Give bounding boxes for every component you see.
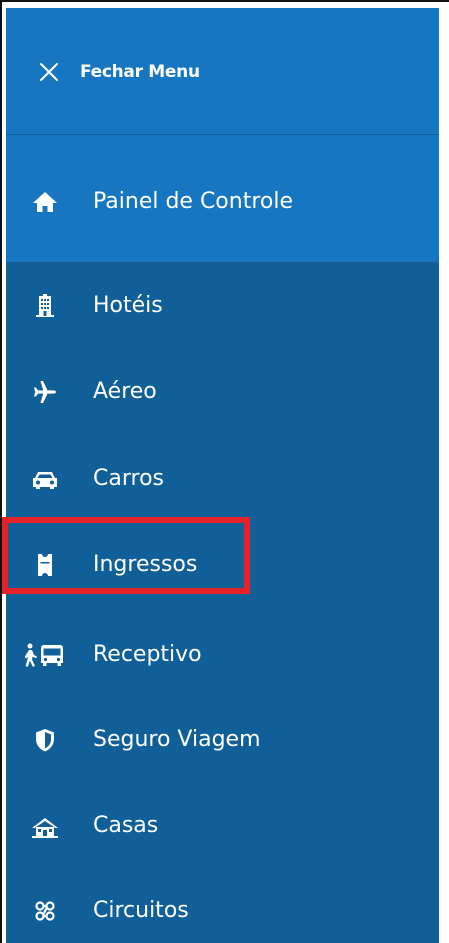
sidebar-item-flights[interactable]: Aéreo (6, 362, 439, 422)
airplane-icon (31, 378, 59, 406)
sidebar-item-travel-insurance[interactable]: Seguro Viagem (6, 710, 439, 770)
sidebar-item-label: Receptivo (93, 642, 202, 667)
sidebar-item-label: Seguro Viagem (93, 727, 261, 752)
close-icon (40, 63, 58, 81)
sidebar-item-label: Ingressos (93, 552, 198, 577)
car-icon (31, 465, 59, 493)
sidebar-item-label: Hotéis (93, 293, 163, 318)
walker-bus-icon (21, 641, 67, 669)
header-divider (6, 134, 439, 135)
sidebar-item-label: Aéreo (93, 379, 157, 404)
hotel-building-icon (31, 292, 59, 320)
sidebar-item-label: Circuitos (93, 898, 189, 923)
ticket-icon (31, 551, 59, 579)
house-icon (31, 812, 59, 840)
sidebar-item-label: Carros (93, 466, 164, 491)
close-menu-button[interactable]: Fechar Menu (38, 52, 200, 92)
route-circuit-icon (31, 897, 59, 925)
sidebar-item-houses[interactable]: Casas (6, 796, 439, 856)
sidebar-item-label: Casas (93, 813, 159, 838)
home-icon (31, 188, 59, 216)
sidebar-header: Fechar Menu Painel de Controle (6, 8, 439, 262)
sidebar-item-circuits[interactable]: Circuitos (6, 881, 439, 941)
sidebar-item-hotels[interactable]: Hotéis (6, 276, 439, 336)
sidebar-item-cars[interactable]: Carros (6, 449, 439, 509)
close-menu-label: Fechar Menu (80, 62, 200, 82)
sidebar-item-receptive[interactable]: Receptivo (6, 625, 439, 685)
sidebar-menu: Fechar Menu Painel de Controle Hotéis Aé… (6, 8, 439, 943)
screenshot-frame: Fechar Menu Painel de Controle Hotéis Aé… (0, 0, 449, 943)
sidebar-item-label: Painel de Controle (93, 189, 294, 214)
shield-icon (31, 726, 59, 754)
sidebar-item-tickets[interactable]: Ingressos (6, 535, 439, 595)
sidebar-item-dashboard[interactable]: Painel de Controle (6, 172, 439, 232)
